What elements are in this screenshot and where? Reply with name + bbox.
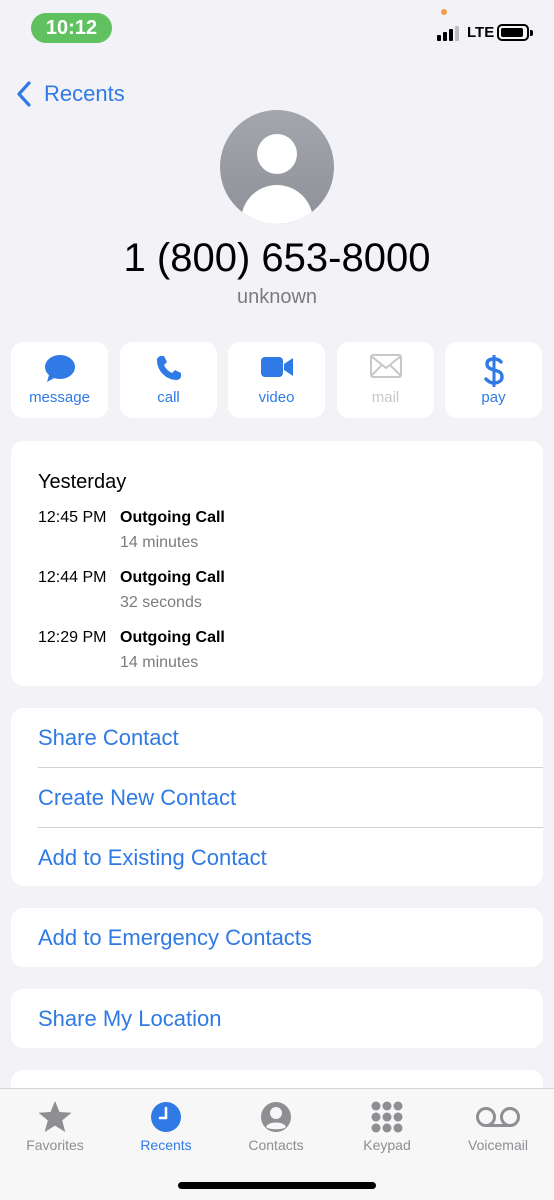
call-row: 12:44 PM Outgoing Call 32 seconds — [38, 569, 518, 619]
contact-avatar — [220, 110, 334, 224]
tab-favorites-label: Favorites — [26, 1137, 84, 1153]
tab-keypad[interactable]: Keypad — [332, 1097, 442, 1167]
share-my-location-button[interactable]: Share My Location — [38, 989, 543, 1048]
video-button[interactable]: video — [228, 342, 325, 418]
tab-voicemail-label: Voicemail — [468, 1137, 528, 1153]
tab-favorites[interactable]: Favorites — [0, 1097, 110, 1167]
tab-recents-label: Recents — [140, 1137, 192, 1153]
call-time: 12:44 PM — [38, 569, 107, 586]
star-icon — [0, 1099, 110, 1135]
call-button[interactable]: call — [120, 342, 217, 418]
pay-button[interactable]: pay — [445, 342, 542, 418]
envelope-icon — [337, 354, 434, 384]
contact-options-card: Share Contact Create New Contact Add to … — [11, 708, 543, 886]
status-bar: 10:12 LTE — [0, 0, 554, 56]
avatar-body — [241, 185, 313, 224]
back-label: Recents — [44, 81, 125, 106]
tab-contacts-label: Contacts — [248, 1137, 304, 1153]
dollar-icon — [445, 354, 542, 387]
add-to-existing-contact-button[interactable]: Add to Existing Contact — [38, 828, 543, 886]
call-type: Outgoing Call — [120, 509, 225, 526]
network-type: LTE — [467, 24, 495, 41]
video-label: video — [258, 389, 295, 406]
signal-strength-icon — [437, 25, 463, 41]
tab-keypad-label: Keypad — [363, 1137, 411, 1153]
call-duration: 32 seconds — [120, 594, 202, 611]
mail-button[interactable]: mail — [337, 342, 434, 418]
emergency-card: Add to Emergency Contacts — [11, 908, 543, 967]
battery-icon — [497, 24, 533, 41]
mail-label: mail — [371, 389, 400, 406]
add-to-emergency-contacts-button[interactable]: Add to Emergency Contacts — [38, 908, 543, 967]
phone-icon — [120, 354, 217, 384]
person-circle-icon — [221, 1099, 331, 1135]
video-camera-icon — [228, 354, 325, 384]
avatar-head — [257, 134, 297, 174]
call-row: 12:29 PM Outgoing Call 14 minutes — [38, 629, 518, 679]
call-duration: 14 minutes — [120, 654, 199, 671]
action-buttons: message call video mail pay — [11, 342, 543, 418]
call-type: Outgoing Call — [120, 629, 225, 646]
call-history-card: Yesterday 12:45 PM Outgoing Call 14 minu… — [11, 441, 543, 686]
location-card: Share My Location — [11, 989, 543, 1048]
call-time: 12:29 PM — [38, 629, 107, 646]
pay-label: pay — [481, 389, 506, 406]
keypad-icon — [332, 1099, 442, 1135]
call-time: 12:45 PM — [38, 509, 107, 526]
call-history-date: Yesterday — [38, 471, 127, 493]
voicemail-icon — [443, 1099, 553, 1135]
tab-contacts[interactable]: Contacts — [221, 1097, 331, 1167]
status-time[interactable]: 10:12 — [31, 13, 112, 43]
back-button[interactable]: Recents — [14, 78, 125, 110]
privacy-indicator-dot — [441, 9, 447, 15]
tab-voicemail[interactable]: Voicemail — [443, 1097, 553, 1167]
call-duration: 14 minutes — [120, 534, 199, 551]
contact-label: unknown — [236, 286, 318, 308]
call-type: Outgoing Call — [120, 569, 225, 586]
home-indicator — [178, 1182, 376, 1189]
message-button[interactable]: message — [11, 342, 108, 418]
message-icon — [11, 354, 108, 384]
tab-recents[interactable]: Recents — [111, 1097, 221, 1167]
contact-number: 1 (800) 653-8000 — [123, 236, 431, 280]
chevron-left-icon — [17, 81, 31, 107]
clock-icon — [111, 1099, 221, 1135]
create-new-contact-button[interactable]: Create New Contact — [38, 768, 543, 828]
share-contact-button[interactable]: Share Contact — [38, 708, 543, 768]
call-row: 12:45 PM Outgoing Call 14 minutes — [38, 509, 518, 559]
call-label: call — [157, 389, 180, 406]
message-label: message — [29, 389, 90, 406]
